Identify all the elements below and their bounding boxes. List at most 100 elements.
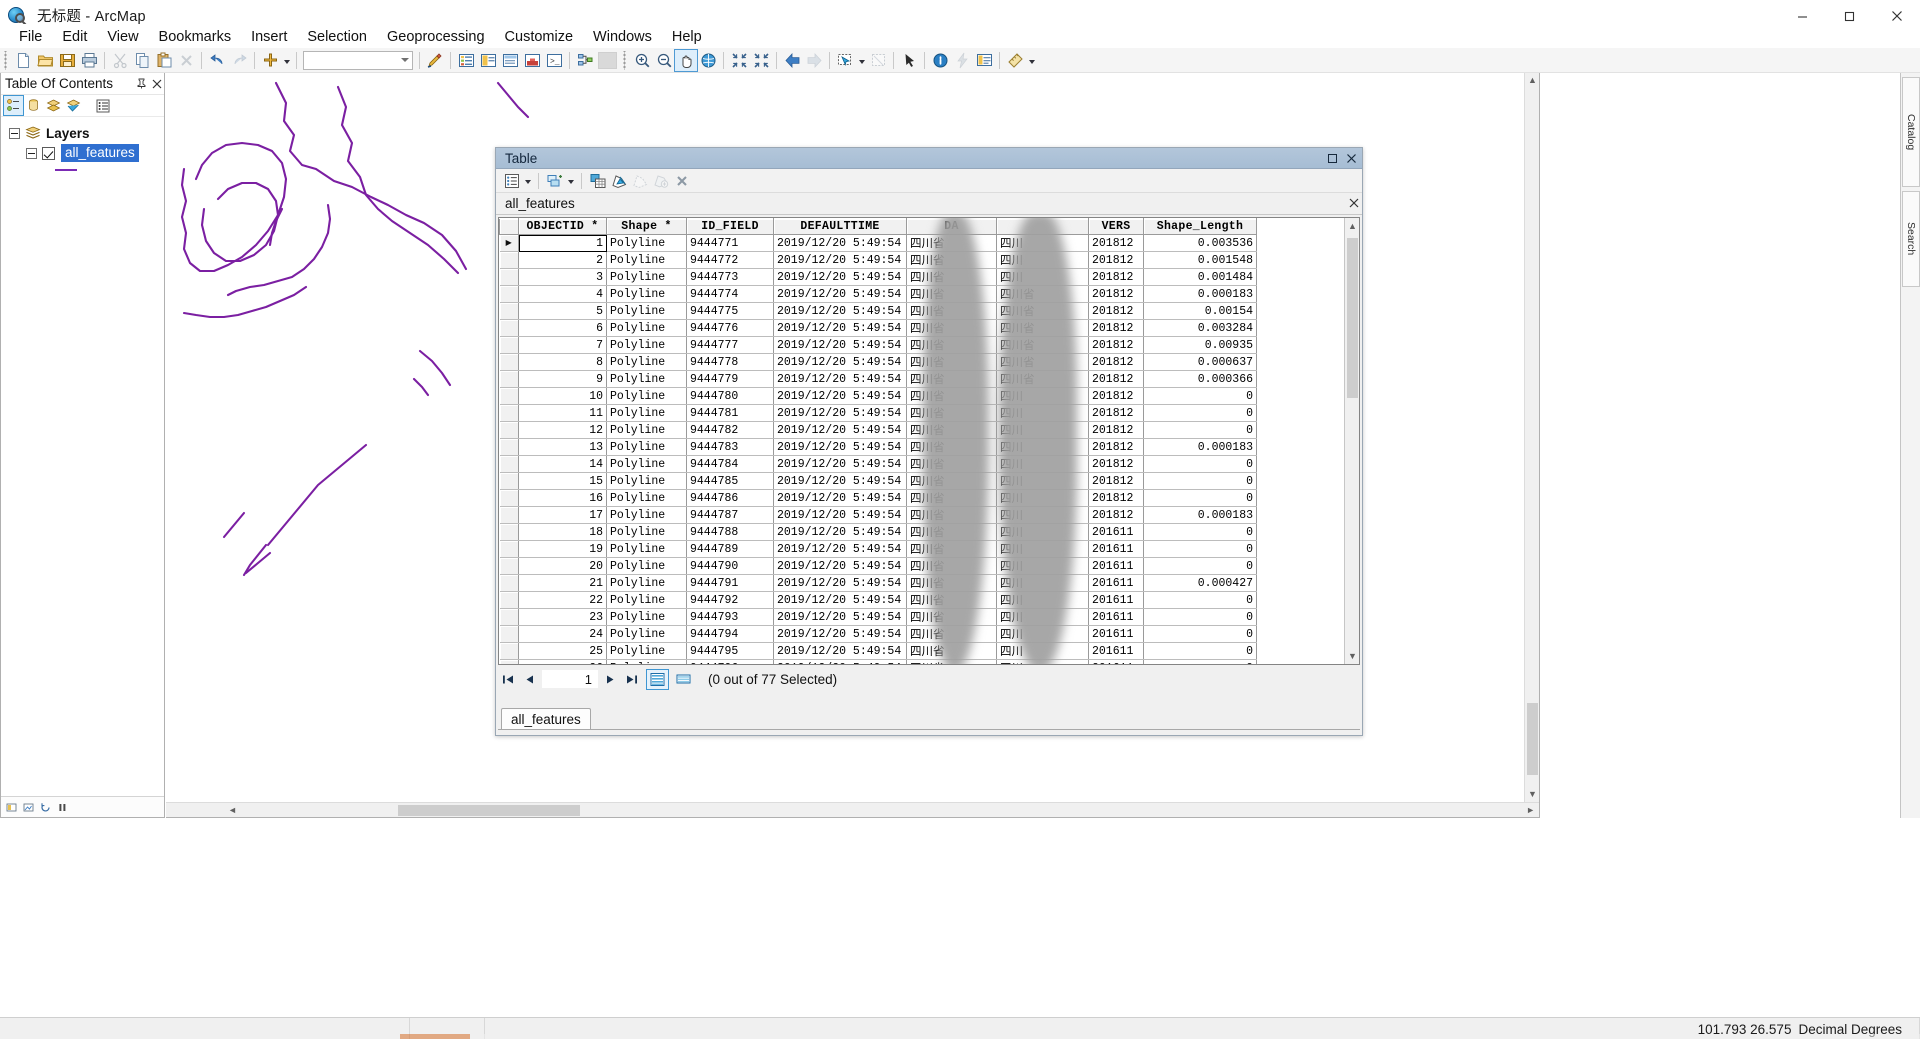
cell-shape[interactable]: Polyline — [607, 337, 687, 354]
cell-vers[interactable]: 201812 — [1089, 490, 1144, 507]
cell-shape[interactable]: Polyline — [607, 303, 687, 320]
row-selector-cell[interactable] — [500, 439, 519, 456]
cell-redacted_1[interactable]: 四川省 — [907, 303, 997, 320]
cell-redacted_1[interactable]: 四川省 — [907, 371, 997, 388]
cell-shape_length[interactable]: 0 — [1144, 609, 1257, 626]
cell-objectid[interactable]: 14 — [519, 456, 607, 473]
menu-customize[interactable]: Customize — [495, 26, 584, 48]
cell-vers[interactable]: 201812 — [1089, 422, 1144, 439]
table-row[interactable]: 6Polyline94447762019/12/20 5:49:54四川省四川省… — [500, 320, 1257, 337]
cell-shape[interactable]: Polyline — [607, 388, 687, 405]
cell-id_field[interactable]: 9444788 — [687, 524, 774, 541]
standard-toolbar-grip[interactable] — [3, 51, 10, 70]
cell-redacted_2[interactable]: 四川 — [997, 456, 1089, 473]
cell-id_field[interactable]: 9444794 — [687, 626, 774, 643]
model-builder-icon[interactable] — [574, 50, 596, 71]
scroll-up-arrow-icon[interactable]: ▲ — [1528, 75, 1537, 85]
table-row[interactable]: 22Polyline94447922019/12/20 5:49:54四川省四川… — [500, 592, 1257, 609]
cell-vers[interactable]: 201812 — [1089, 252, 1144, 269]
cell-id_field[interactable]: 9444771 — [687, 235, 774, 252]
cell-redacted_2[interactable]: 四川省 — [997, 320, 1089, 337]
cell-defaulttime[interactable]: 2019/12/20 5:49:54 — [774, 252, 907, 269]
cell-redacted_2[interactable]: 四川省 — [997, 354, 1089, 371]
cell-objectid[interactable]: 18 — [519, 524, 607, 541]
cell-shape_length[interactable]: 0.001484 — [1144, 269, 1257, 286]
cell-defaulttime[interactable]: 2019/12/20 5:49:54 — [774, 592, 907, 609]
cell-vers[interactable]: 201611 — [1089, 592, 1144, 609]
cell-id_field[interactable]: 9444782 — [687, 422, 774, 439]
cell-id_field[interactable]: 9444787 — [687, 507, 774, 524]
table-row[interactable]: 12Polyline94447822019/12/20 5:49:54四川省四川… — [500, 422, 1257, 439]
cell-id_field[interactable]: 9444779 — [687, 371, 774, 388]
cell-shape_length[interactable]: 0 — [1144, 541, 1257, 558]
cell-id_field[interactable]: 9444786 — [687, 490, 774, 507]
cell-redacted_1[interactable]: 四川省 — [907, 337, 997, 354]
table-row[interactable]: 4Polyline94447742019/12/20 5:49:54四川省四川省… — [500, 286, 1257, 303]
cell-objectid[interactable]: 20 — [519, 558, 607, 575]
map-horizontal-scroll-thumb[interactable] — [398, 805, 580, 816]
cell-vers[interactable]: 201812 — [1089, 269, 1144, 286]
grid-scroll-down-arrow-icon[interactable]: ▼ — [1348, 651, 1357, 661]
row-selector-cell[interactable] — [500, 541, 519, 558]
cell-shape_length[interactable]: 0.000637 — [1144, 354, 1257, 371]
row-selector-cell[interactable] — [500, 643, 519, 660]
menu-geoprocessing[interactable]: Geoprocessing — [377, 26, 495, 48]
cell-shape_length[interactable]: 0.000366 — [1144, 371, 1257, 388]
pause-icon[interactable] — [56, 801, 68, 813]
cell-objectid[interactable]: 17 — [519, 507, 607, 524]
cell-shape_length[interactable]: 0 — [1144, 643, 1257, 660]
cell-redacted_2[interactable]: 四川 — [997, 252, 1089, 269]
table-of-contents-icon[interactable] — [455, 50, 477, 71]
cell-id_field[interactable]: 9444780 — [687, 388, 774, 405]
collapse-expander-icon[interactable] — [9, 128, 20, 139]
cell-redacted_2[interactable]: 四川 — [997, 541, 1089, 558]
table-tab-close-icon[interactable] — [1346, 197, 1362, 211]
identify-icon[interactable] — [929, 50, 951, 71]
table-row[interactable]: 2Polyline94447722019/12/20 5:49:54四川省四川2… — [500, 252, 1257, 269]
cell-shape_length[interactable]: 0.000183 — [1144, 286, 1257, 303]
list-by-visibility-icon[interactable] — [44, 96, 63, 115]
cell-vers[interactable]: 201611 — [1089, 541, 1144, 558]
cell-shape_length[interactable]: 0 — [1144, 473, 1257, 490]
row-selector-cell[interactable] — [500, 252, 519, 269]
python-window-icon[interactable]: >_ — [543, 50, 565, 71]
cell-redacted_1[interactable]: 四川省 — [907, 320, 997, 337]
cell-objectid[interactable]: 2 — [519, 252, 607, 269]
column-header-shape_length[interactable]: Shape_Length — [1144, 219, 1257, 235]
show-all-records-icon[interactable] — [647, 670, 668, 689]
toolbar-overflow-placeholder[interactable] — [598, 52, 617, 69]
cell-defaulttime[interactable]: 2019/12/20 5:49:54 — [774, 320, 907, 337]
row-selector-cell[interactable] — [500, 558, 519, 575]
cell-shape[interactable]: Polyline — [607, 439, 687, 456]
show-selected-records-icon[interactable] — [673, 670, 694, 689]
map-horizontal-scrollbar[interactable]: ◄ ► — [166, 802, 1539, 817]
cell-redacted_2[interactable]: 四川 — [997, 626, 1089, 643]
row-selector-cell[interactable] — [500, 524, 519, 541]
open-folder-icon[interactable] — [34, 50, 56, 71]
row-selector-cell[interactable] — [500, 626, 519, 643]
cell-objectid[interactable]: 4 — [519, 286, 607, 303]
row-selector-cell[interactable] — [500, 354, 519, 371]
restore-window-icon[interactable] — [1324, 150, 1340, 167]
list-by-drawing-order-icon[interactable] — [4, 96, 23, 115]
column-header-redacted_1[interactable]: DA — [907, 219, 997, 235]
cell-redacted_2[interactable]: 四川 — [997, 524, 1089, 541]
cell-shape_length[interactable]: 0 — [1144, 592, 1257, 609]
column-header-redacted_2[interactable] — [997, 219, 1089, 235]
grid-scroll-up-arrow-icon[interactable]: ▲ — [1348, 221, 1357, 231]
table-row[interactable]: 15Polyline94447852019/12/20 5:49:54四川省四川… — [500, 473, 1257, 490]
cell-vers[interactable]: 201611 — [1089, 575, 1144, 592]
cell-id_field[interactable]: 9444773 — [687, 269, 774, 286]
cell-id_field[interactable]: 9444793 — [687, 609, 774, 626]
arctoolbox-icon[interactable] — [521, 50, 543, 71]
cell-defaulttime[interactable]: 2019/12/20 5:49:54 — [774, 626, 907, 643]
tools-toolbar-grip[interactable] — [622, 51, 629, 70]
cell-objectid[interactable]: 7 — [519, 337, 607, 354]
cell-redacted_1[interactable]: 四川省 — [907, 252, 997, 269]
table-options-dropdown-caret[interactable] — [522, 170, 533, 191]
toc-layer-label[interactable]: all_features — [61, 144, 139, 162]
zoom-in-icon[interactable] — [631, 50, 653, 71]
refresh-icon[interactable] — [39, 801, 51, 813]
cell-shape[interactable]: Polyline — [607, 592, 687, 609]
cell-shape_length[interactable]: 0 — [1144, 405, 1257, 422]
